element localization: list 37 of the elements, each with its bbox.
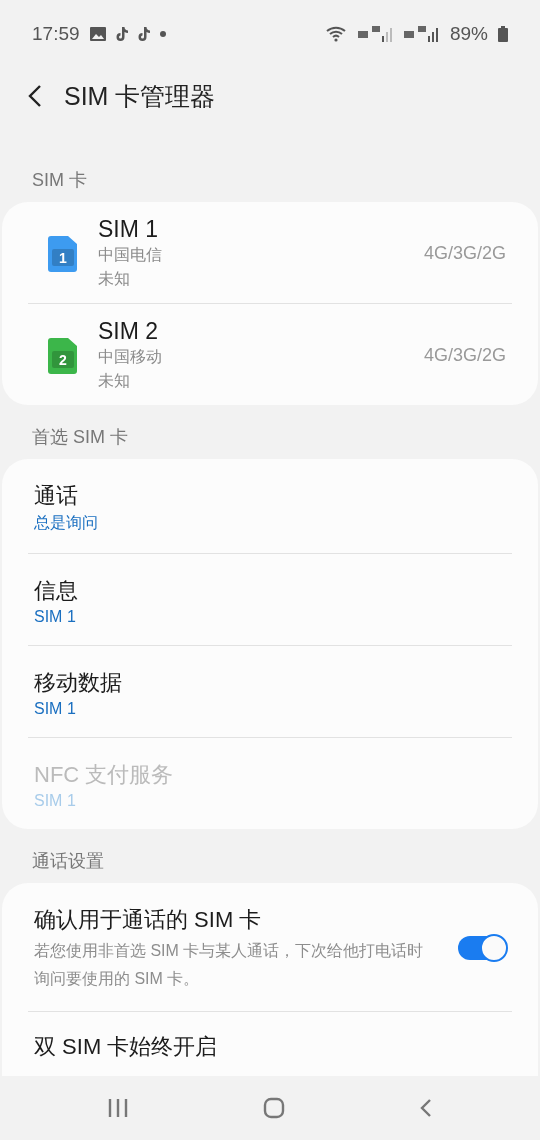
page-title: SIM 卡管理器 <box>64 80 216 112</box>
signal-icon <box>403 26 440 42</box>
dot-icon <box>159 31 166 37</box>
setting-label: 确认用于通话的 SIM 卡 <box>34 906 263 934</box>
battery-percentage: 89% <box>449 23 488 45</box>
battery-icon <box>498 26 508 42</box>
preference-value: SIM 1 <box>34 700 77 718</box>
music-note-icon <box>137 27 150 41</box>
back-icon <box>419 1098 433 1118</box>
image-icon <box>89 27 106 41</box>
sim-name: SIM 1 <box>98 216 160 243</box>
preference-value: 总是询问 <box>34 513 99 533</box>
setting-description: 若您使用非首选 SIM 卡与某人通话，下次给他打电话时询问要使用的 SIM 卡。 <box>34 941 425 989</box>
status-time: 17:59 <box>32 23 80 45</box>
preference-label: 移动数据 <box>34 669 123 697</box>
carrier-name: 中国电信 <box>98 245 163 265</box>
wifi-icon <box>325 26 348 42</box>
section-header: 通话设置 <box>31 850 105 873</box>
preference-value: SIM 1 <box>34 608 77 626</box>
sim-status: 未知 <box>98 371 131 391</box>
section-header: SIM 卡 <box>31 169 88 192</box>
sim-card-icon: 1 <box>48 235 78 272</box>
sim-status: 未知 <box>98 269 131 289</box>
signal-icon <box>357 26 394 42</box>
sim-card-icon: 2 <box>48 337 78 374</box>
music-note-icon <box>115 27 128 41</box>
network-type: 4G/3G/2G <box>423 345 506 366</box>
toggle-switch[interactable] <box>458 936 506 960</box>
preference-label: NFC 支付服务 <box>34 761 175 789</box>
carrier-name: 中国移动 <box>98 347 163 367</box>
sim-name: SIM 2 <box>98 318 160 345</box>
preference-label: 通话 <box>34 482 79 510</box>
preference-label: 信息 <box>34 577 79 605</box>
setting-label: 双 SIM 卡始终开启 <box>34 1033 219 1061</box>
network-type: 4G/3G/2G <box>423 243 506 264</box>
section-header: 首选 SIM 卡 <box>31 426 129 449</box>
preference-value: SIM 1 <box>34 792 77 810</box>
